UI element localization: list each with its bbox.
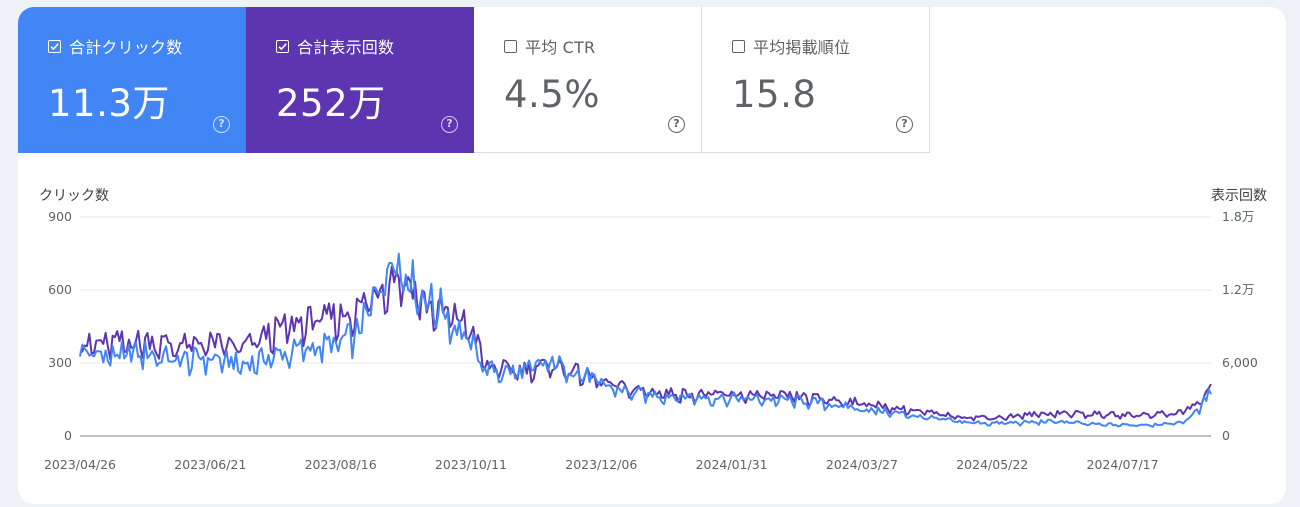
x-tick-label: 2024/05/22 — [956, 457, 1028, 472]
x-tick-label: 2023/10/11 — [435, 457, 507, 472]
x-tick-label: 2023/08/16 — [305, 457, 377, 472]
y-axis-left-title: クリック数 — [39, 188, 109, 204]
y-left-tick-label: 0 — [64, 428, 72, 443]
x-tick-label: 2023/04/26 — [44, 457, 116, 472]
x-tick-label: 2023/12/06 — [565, 457, 637, 472]
x-tick-label: 2023/06/21 — [174, 457, 246, 472]
x-tick-label: 2024/01/31 — [696, 457, 768, 472]
y-right-tick-label: 1.8万 — [1222, 209, 1254, 224]
performance-chart: クリック数 表示回数 0 0 300 6,000 600 1.2万 900 1.8万 2023/04… — [39, 188, 1267, 472]
y-axis-right-title: 表示回数 — [1211, 188, 1267, 204]
y-left-tick-label: 900 — [48, 209, 72, 224]
y-left-tick-label: 300 — [48, 355, 72, 370]
x-tick-label: 2024/07/17 — [1087, 457, 1159, 472]
y-left-tick-label: 600 — [48, 282, 72, 297]
y-right-tick-label: 6,000 — [1222, 355, 1258, 370]
y-right-tick-label: 1.2万 — [1222, 282, 1254, 297]
performance-card: 合計クリック数 11.3万? 合計表示回数 252万? 平均 CTR 4.5%? 平均掲載順… — [18, 7, 1286, 504]
x-tick-label: 2024/03/27 — [826, 457, 898, 472]
y-right-tick-label: 0 — [1222, 428, 1230, 443]
clicks-series-line — [79, 252, 1212, 428]
